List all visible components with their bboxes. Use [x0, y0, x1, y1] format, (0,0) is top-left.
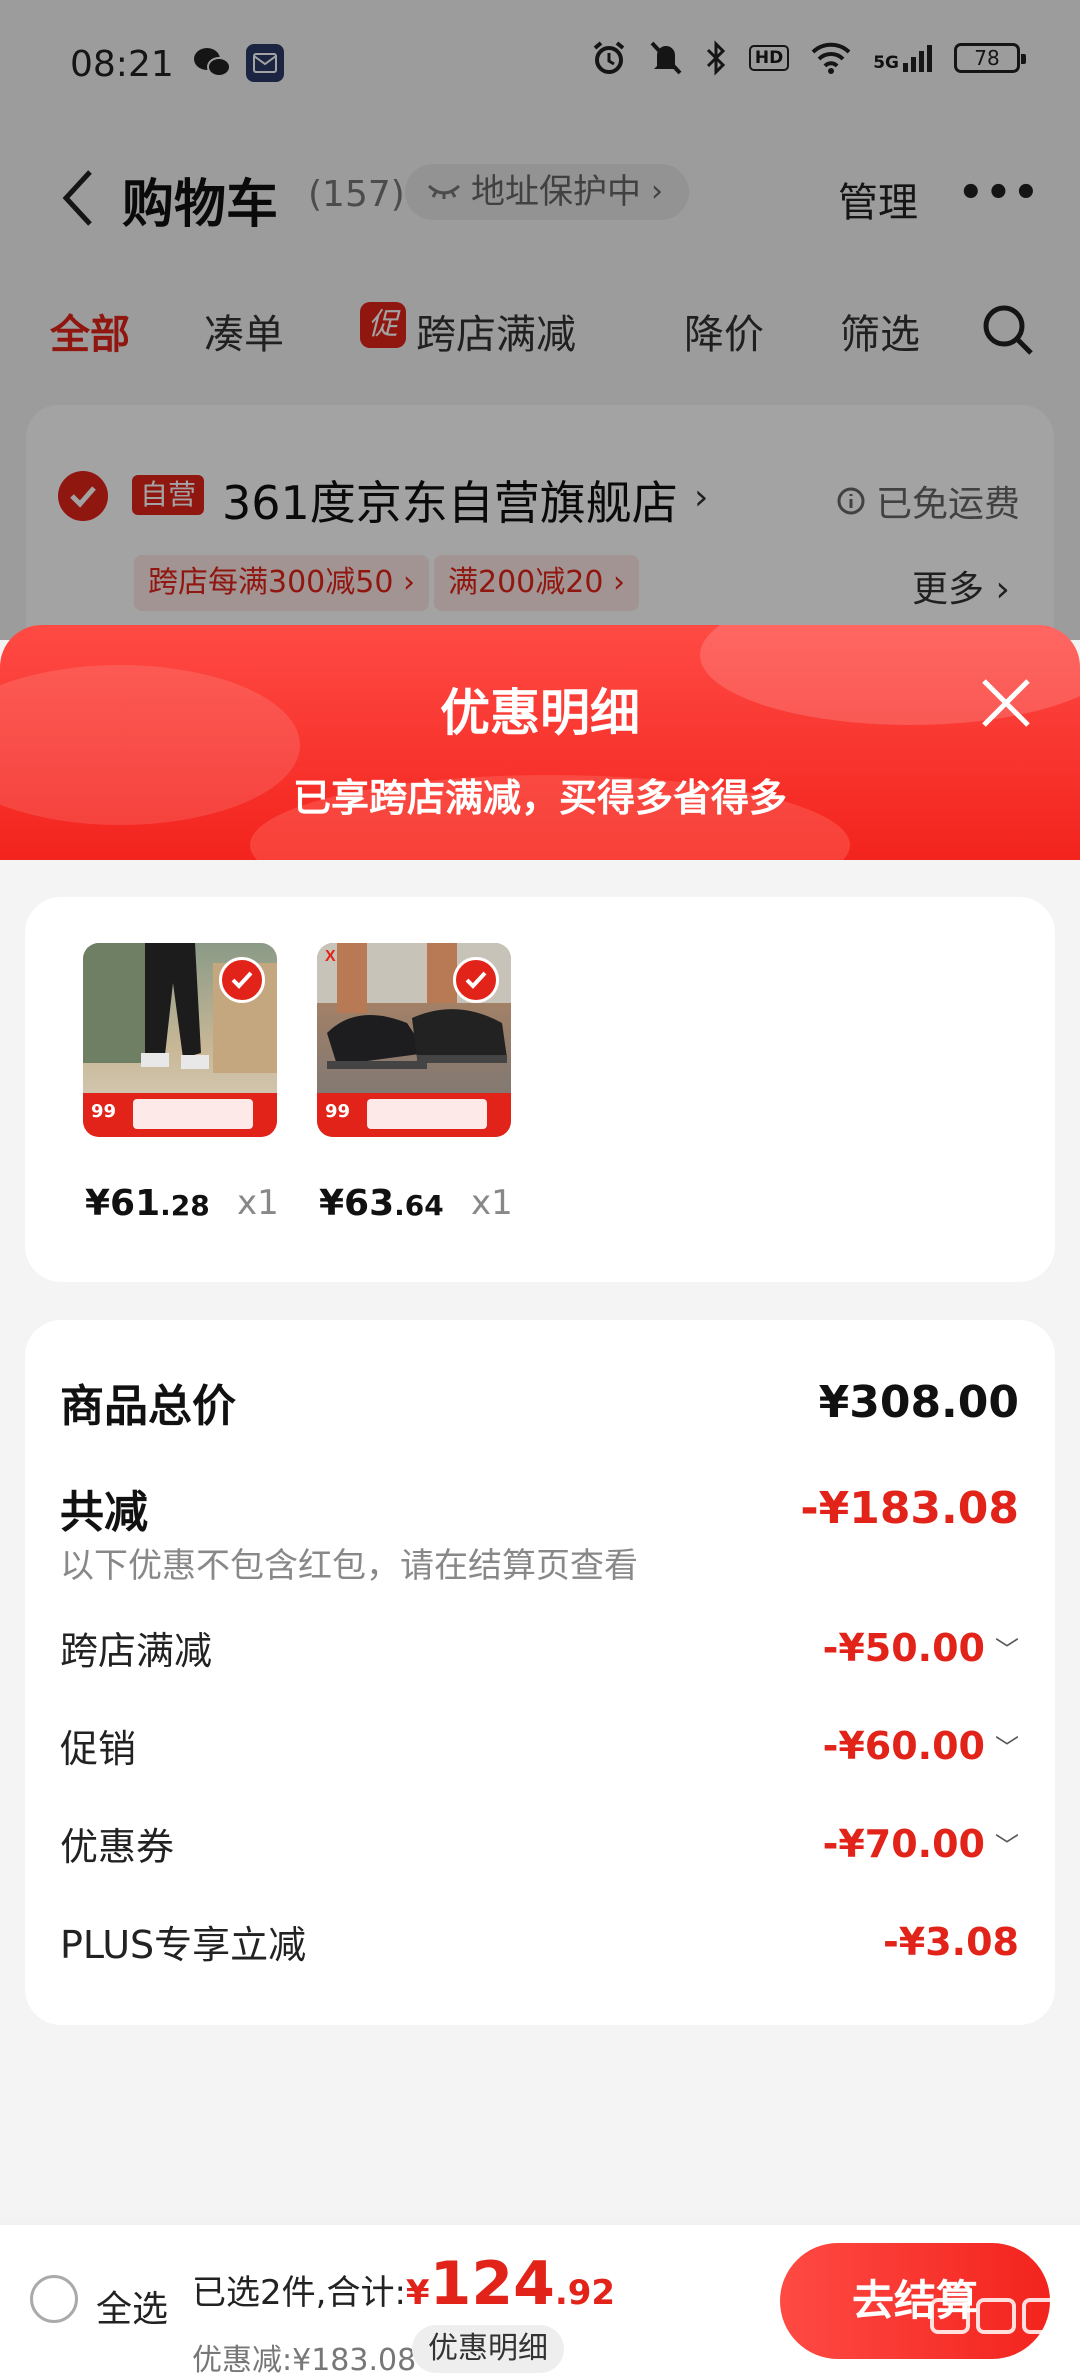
product-item[interactable]: 99 ¥61.28 x1 — [83, 943, 279, 1224]
price-main: ¥63 — [319, 1183, 395, 1224]
promo-band-text: 99 — [91, 1101, 117, 1122]
discount-row-promotion[interactable]: 促销 -¥60.00 ﹀ — [60, 1718, 1019, 1773]
savings-text: 优惠减:¥183.08 — [192, 2343, 417, 2376]
discount-value: -¥3.08 — [883, 1920, 1019, 1964]
discount-detail-button[interactable]: 优惠明细 — [412, 2325, 564, 2373]
discount-label: 优惠券 — [60, 1825, 175, 1869]
checkmark-icon — [465, 971, 487, 989]
selected-total: 已选2件,合计: ¥ 124 .92 — [192, 2249, 616, 2319]
select-all-label[interactable]: 全选 — [96, 2280, 168, 2332]
product-price: ¥63.64 — [319, 1183, 444, 1224]
promo-band: 99 — [317, 1093, 511, 1137]
discount-row-cross-store[interactable]: 跨店满减 -¥50.00 ﹀ — [60, 1620, 1019, 1675]
product-image: X 99 — [317, 943, 511, 1137]
discount-value: -¥70.00 ﹀ — [823, 1822, 1019, 1866]
sheet-header: 优惠明细 已享跨店满减，买得多省得多 — [0, 625, 1080, 860]
product-quantity: x1 — [471, 1183, 513, 1223]
modal-overlay[interactable] — [0, 0, 1080, 640]
price-main: ¥61 — [85, 1183, 161, 1224]
total-price-value: ¥308.00 — [818, 1376, 1019, 1428]
price-decimal: .64 — [394, 1189, 444, 1222]
product-quantity: x1 — [237, 1183, 279, 1223]
sheet-title: 优惠明细 — [440, 684, 640, 742]
total-price-row: 商品总价 ¥308.00 — [60, 1370, 1019, 1434]
chevron-down-icon: ﹀ — [995, 1832, 1019, 1860]
total-price-label: 商品总价 — [60, 1381, 236, 1432]
product-price: ¥61.28 — [85, 1183, 210, 1224]
discount-label: PLUS专享立减 — [60, 1923, 307, 1967]
discount-label: 跨店满减 — [60, 1629, 213, 1673]
selected-count-text: 已选2件,合计: — [192, 2273, 406, 2313]
product-checkbox[interactable] — [453, 957, 499, 1003]
promo-band-text: 99 — [325, 1101, 351, 1122]
product-checkbox[interactable] — [219, 957, 265, 1003]
discount-value: -¥50.00 ﹀ — [823, 1626, 1019, 1670]
discount-summary: 商品总价 ¥308.00 共减 -¥183.08 以下优惠不包含红包，请在结算页… — [25, 1320, 1055, 2025]
close-icon[interactable] — [978, 675, 1034, 731]
discount-total-label: 共减 — [60, 1487, 148, 1538]
price-decimal: .28 — [160, 1189, 210, 1222]
discount-row-plus: PLUS专享立减 -¥3.08 — [60, 1914, 1019, 1969]
total-amount-integer: 124 — [429, 2249, 555, 2319]
discount-note: 以下优惠不包含红包，请在结算页查看 — [60, 1546, 638, 1586]
checkout-bar: 全选 已选2件,合计: ¥ 124 .92 优惠减:¥183.08 优惠明细 去… — [0, 2225, 1080, 2376]
discount-total-value: -¥183.08 — [800, 1482, 1019, 1534]
chevron-down-icon: ﹀ — [995, 1636, 1019, 1664]
discount-amount: -¥50.00 — [822, 1625, 985, 1670]
discount-label: 促销 — [60, 1727, 137, 1771]
sheet-subtitle: 已享跨店满减，买得多省得多 — [292, 776, 787, 820]
select-all-radio[interactable] — [30, 2275, 78, 2323]
discount-amount: -¥60.00 — [822, 1723, 985, 1768]
discount-total-row: 共减 -¥183.08 — [60, 1476, 1019, 1540]
total-amount-decimal: .92 — [554, 2273, 616, 2313]
discount-amount: -¥70.00 — [822, 1821, 985, 1866]
watermark-logo — [930, 2298, 1062, 2334]
discount-amount: -¥3.08 — [883, 1919, 1019, 1964]
svg-text:X: X — [325, 948, 336, 965]
currency-symbol: ¥ — [405, 2273, 430, 2313]
discount-row-coupon[interactable]: 优惠券 -¥70.00 ﹀ — [60, 1816, 1019, 1871]
discount-value: -¥60.00 ﹀ — [823, 1724, 1019, 1768]
product-list: 99 ¥61.28 x1 X 99 ¥63.64 x1 — [25, 897, 1055, 1282]
chevron-down-icon: ﹀ — [995, 1734, 1019, 1762]
product-image: 99 — [83, 943, 277, 1137]
promo-band-box — [133, 1099, 253, 1129]
promo-band-box — [367, 1099, 487, 1129]
promo-band: 99 — [83, 1093, 277, 1137]
product-item[interactable]: X 99 ¥63.64 x1 — [317, 943, 513, 1224]
checkmark-icon — [231, 971, 253, 989]
